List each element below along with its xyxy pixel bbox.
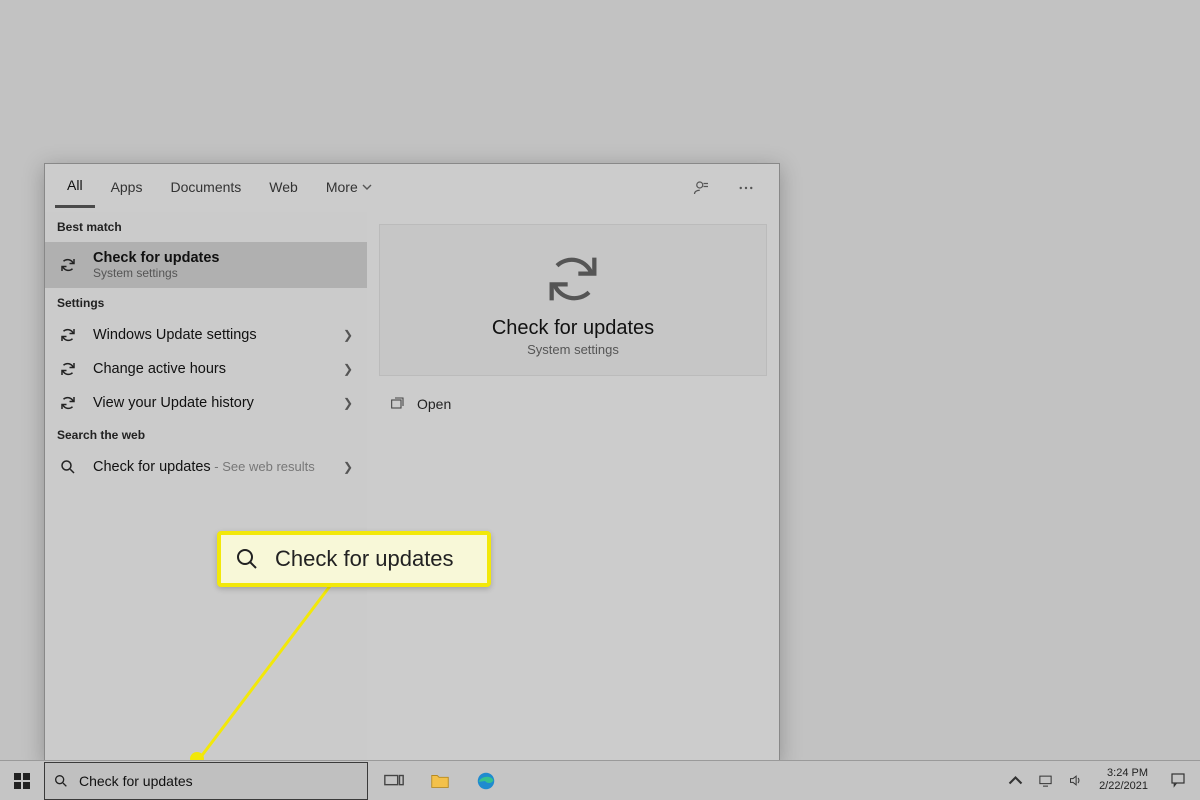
refresh-icon — [541, 247, 605, 311]
chevron-right-icon: ❯ — [343, 362, 353, 376]
search-icon — [57, 458, 79, 476]
tray-network[interactable] — [1033, 760, 1057, 800]
detail-subtitle: System settings — [527, 342, 619, 357]
tab-more[interactable]: More — [314, 169, 384, 207]
result-title: Check for updates - See web results — [93, 459, 315, 475]
result-best-match[interactable]: Check for updates System settings — [45, 242, 367, 288]
result-update-history[interactable]: View your Update history ❯ — [45, 386, 367, 420]
clock-time: 3:24 PM — [1099, 767, 1148, 780]
file-explorer-button[interactable] — [420, 761, 460, 800]
chevron-right-icon: ❯ — [343, 328, 353, 342]
folder-icon — [429, 770, 451, 792]
search-icon — [53, 773, 69, 789]
tray-volume[interactable] — [1063, 760, 1087, 800]
task-view-button[interactable] — [374, 761, 414, 800]
detail-card: Check for updates System settings — [379, 224, 767, 376]
result-title: View your Update history — [93, 395, 254, 411]
search-input[interactable] — [79, 773, 359, 789]
tab-apps[interactable]: Apps — [99, 169, 155, 207]
tab-web[interactable]: Web — [257, 169, 310, 207]
windows-logo-icon — [14, 773, 30, 789]
result-change-active-hours[interactable]: Change active hours ❯ — [45, 352, 367, 386]
feedback-icon[interactable] — [685, 171, 719, 205]
chevron-down-icon — [362, 182, 372, 192]
tray-overflow[interactable] — [1003, 760, 1027, 800]
edge-icon — [475, 770, 497, 792]
detail-title: Check for updates — [492, 317, 654, 340]
chevron-right-icon: ❯ — [343, 460, 353, 474]
refresh-icon — [57, 326, 79, 344]
clock-date: 2/22/2021 — [1099, 780, 1148, 793]
open-action[interactable]: Open — [379, 390, 767, 418]
refresh-icon — [57, 360, 79, 378]
tab-more-label: More — [326, 179, 358, 195]
taskbar-clock[interactable]: 3:24 PM 2/22/2021 — [1093, 767, 1154, 793]
tab-all[interactable]: All — [55, 167, 95, 208]
refresh-icon — [57, 256, 79, 274]
chevron-right-icon: ❯ — [343, 396, 353, 410]
refresh-icon — [57, 394, 79, 412]
open-label: Open — [417, 396, 451, 412]
section-settings: Settings — [45, 288, 367, 318]
search-icon — [235, 547, 259, 571]
taskbar-search[interactable] — [44, 762, 368, 800]
more-icon[interactable] — [729, 171, 763, 205]
flyout-tabs: All Apps Documents Web More — [45, 164, 779, 212]
section-best-match: Best match — [45, 212, 367, 242]
search-flyout: All Apps Documents Web More Best match — [44, 163, 780, 763]
result-title: Change active hours — [93, 361, 226, 377]
result-subtitle: System settings — [93, 266, 220, 280]
result-title: Windows Update settings — [93, 327, 257, 343]
system-tray: 3:24 PM 2/22/2021 — [1003, 760, 1200, 800]
speaker-icon — [1068, 773, 1083, 788]
monitor-icon — [1038, 773, 1053, 788]
edge-button[interactable] — [466, 761, 506, 800]
results-panel: Best match Check for updates System sett… — [45, 212, 367, 762]
section-web: Search the web — [45, 420, 367, 450]
callout-text: Check for updates — [275, 546, 454, 572]
tab-documents[interactable]: Documents — [158, 169, 253, 207]
task-view-icon — [383, 770, 405, 792]
start-button[interactable] — [0, 761, 44, 800]
detail-panel: Check for updates System settings Open — [367, 212, 779, 762]
callout-bubble: Check for updates — [217, 531, 491, 587]
result-windows-update-settings[interactable]: Windows Update settings ❯ — [45, 318, 367, 352]
result-title: Check for updates — [93, 250, 220, 266]
desktop: All Apps Documents Web More Best match — [0, 0, 1200, 800]
taskbar: 3:24 PM 2/22/2021 — [0, 760, 1200, 800]
chevron-up-icon — [1008, 773, 1023, 788]
action-center-button[interactable] — [1160, 760, 1196, 800]
result-web-search[interactable]: Check for updates - See web results ❯ — [45, 450, 367, 484]
open-icon — [389, 396, 405, 412]
notification-icon — [1169, 771, 1187, 789]
